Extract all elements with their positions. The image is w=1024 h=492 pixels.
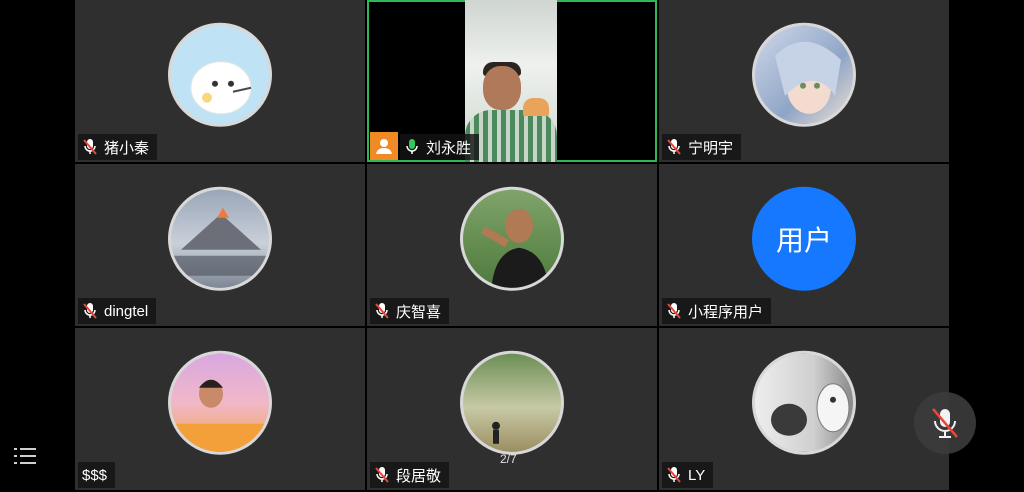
participant-name: dingtel [104, 302, 149, 320]
participant-tile[interactable]: 宁明宇 [659, 0, 949, 162]
participant-tile-active-speaker[interactable]: 刘永胜 [367, 0, 657, 162]
mic-muted-icon [667, 467, 681, 483]
mic-muted-icon [83, 303, 97, 319]
participant-name-label: dingtel [78, 298, 157, 324]
mic-muted-icon [83, 139, 97, 155]
mic-muted-icon [667, 139, 681, 155]
participant-tile[interactable]: dingtel [75, 164, 365, 326]
participant-name: 小程序用户 [688, 303, 764, 321]
avatar [460, 350, 564, 455]
participant-name-label: 猪小秦 [78, 134, 158, 160]
list-menu-icon[interactable] [12, 444, 38, 468]
participant-tile[interactable]: $$$ [75, 328, 365, 490]
participant-name: 刘永胜 [426, 139, 472, 157]
participant-name: 庆智喜 [396, 303, 442, 321]
participant-name-label: 宁明宇 [662, 134, 742, 160]
avatar [752, 22, 856, 127]
avatar [168, 22, 272, 127]
avatar-initials: 用户 [775, 224, 832, 256]
participant-name: $$$ [82, 466, 108, 484]
participant-name-label: LY [662, 462, 714, 488]
avatar-text: 用户 [752, 186, 856, 291]
participant-name: 宁明宇 [688, 139, 734, 157]
participant-tile[interactable]: 猪小秦 [75, 0, 365, 162]
avatar [460, 186, 564, 291]
user-icon [370, 132, 398, 160]
participant-name-label: 刘永胜 [400, 134, 480, 160]
participant-name: LY [688, 466, 706, 484]
participant-name: 段居敬 [396, 467, 442, 485]
participant-name: 猪小秦 [104, 139, 150, 157]
mic-muted-icon [932, 408, 958, 438]
page-indicator: 2/7 [500, 452, 517, 466]
participant-tile[interactable]: LY [659, 328, 949, 490]
avatar [752, 350, 856, 455]
participant-name-label: 段居敬 [370, 462, 450, 488]
mic-muted-icon [375, 303, 389, 319]
mic-muted-icon [667, 303, 681, 319]
participant-tile[interactable]: 用户 小程序用户 [659, 164, 949, 326]
avatar [168, 186, 272, 291]
mic-muted-icon [375, 467, 389, 483]
participant-name-label: 庆智喜 [370, 298, 450, 324]
mute-toggle-button[interactable] [914, 392, 976, 454]
participant-name-label: $$$ [78, 462, 116, 488]
participant-grid: 猪小秦 刘永胜 宁明宇 dingtel 庆智喜 用户 小程序用户 $$$ 段居敬… [75, 0, 949, 492]
participant-name-label: 小程序用户 [662, 298, 772, 324]
avatar [168, 350, 272, 455]
mic-on-icon [406, 139, 418, 154]
participant-tile[interactable]: 庆智喜 [367, 164, 657, 326]
